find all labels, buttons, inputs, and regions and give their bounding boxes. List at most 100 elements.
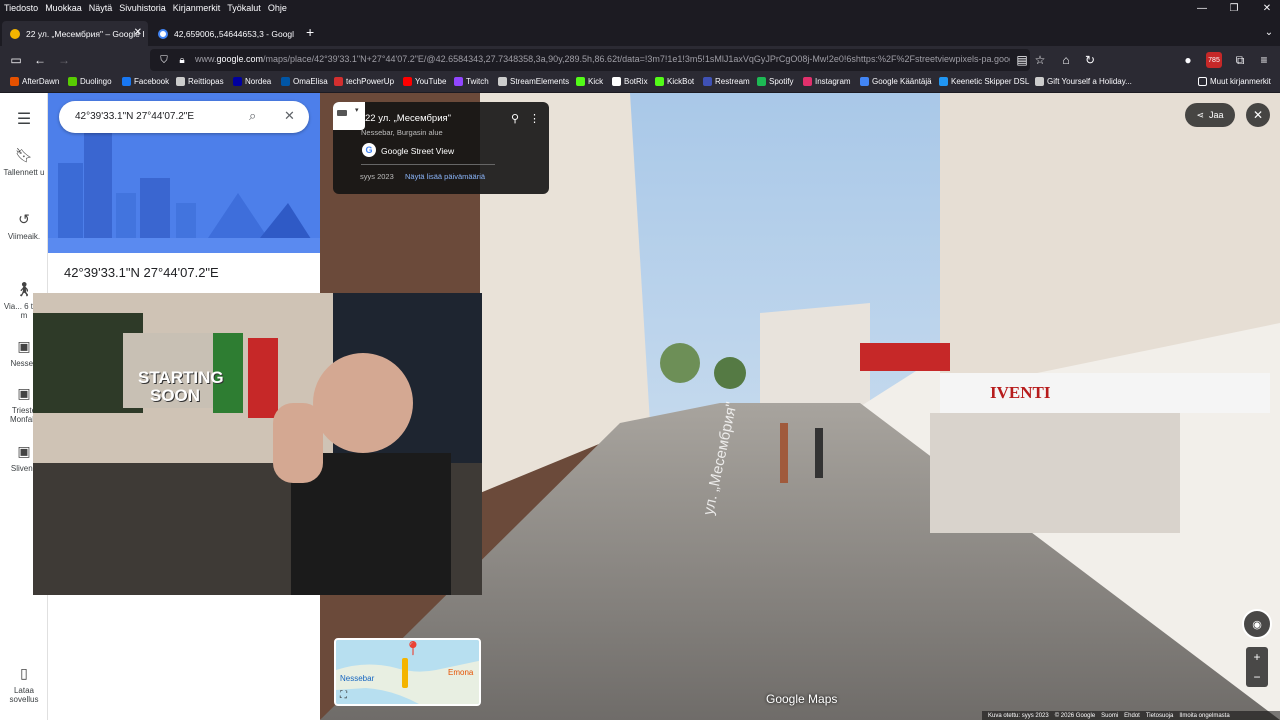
tab-maps-street[interactable]: 22 ул. „Месембрия" – Google I ✕ [2, 21, 148, 47]
bookmark-omaelisa[interactable]: OmaElisa [281, 77, 328, 86]
share-button[interactable]: ⋖ Jaa [1185, 103, 1235, 127]
clear-search-icon[interactable]: ✕ [284, 108, 295, 124]
bookmark-instagram[interactable]: Instagram [803, 77, 851, 86]
bookmark-kick[interactable]: Kick [576, 77, 603, 86]
location-pin-icon[interactable]: ⚲ [511, 112, 519, 125]
bookmark-duolingo[interactable]: Duolingo [68, 77, 112, 86]
capture-date: syys 2023 [360, 172, 394, 181]
bookmark-reittiopas[interactable]: Reittiopas [176, 77, 224, 86]
forward-icon[interactable]: → [56, 52, 72, 68]
report-problem-link[interactable]: Ilmoita ongelmasta [1179, 713, 1229, 719]
maps-favicon-icon [10, 29, 20, 39]
afterdawn-icon [10, 77, 19, 86]
bookmark-google-translate[interactable]: Google Kääntäjä [860, 77, 932, 86]
url-text: www.google.com/maps/place/42°39'33.1"N+2… [195, 54, 1010, 64]
shield-icon[interactable]: ⛉ [156, 52, 172, 68]
kick-icon [576, 77, 585, 86]
more-dates-link[interactable]: Näytä lisää päivämääriä [405, 172, 485, 181]
street-view-title: 22 ул. „Месембрия" [365, 113, 452, 124]
bookmark-nordea[interactable]: Nordea [233, 77, 271, 86]
bookmarks-toolbar: AfterDawn Duolingo Facebook Reittiopas N… [0, 74, 1280, 92]
tab-bar: 22 ул. „Месембрия" – Google I ✕ 42,65900… [0, 18, 1280, 47]
menu-bar: Tiedosto Muokkaa Näytä Sivuhistoria Kirj… [0, 0, 1280, 16]
bookmark-gift-holiday[interactable]: Gift Yourself a Holiday... [1035, 77, 1132, 86]
bookmark-kickbot[interactable]: KickBot [655, 77, 694, 86]
bookmark-techpowerup[interactable]: techPowerUp [334, 77, 394, 86]
other-bookmarks[interactable]: Muut kirjanmerkit [1198, 77, 1271, 86]
collapse-card-button[interactable]: ▾ [333, 102, 365, 130]
back-icon[interactable]: ← [32, 52, 48, 68]
restore-icon[interactable]: ❐ [1217, 0, 1251, 16]
botrix-icon [612, 77, 621, 86]
terms-link[interactable]: Ehdot [1124, 713, 1140, 719]
globe-icon [176, 77, 185, 86]
rail-get-app[interactable]: ▯ Lataa sovellus [0, 665, 48, 704]
twitch-icon [454, 77, 463, 86]
menu-item-bookmarks[interactable]: Kirjanmerkit [173, 3, 221, 13]
google-logo-icon: G [362, 143, 376, 157]
bookmark-youtube[interactable]: YouTube [403, 77, 446, 86]
compass-icon[interactable]: ◉ [1242, 609, 1272, 639]
bookmark-keenetic[interactable]: Keenetic Skipper DSL [939, 77, 1029, 86]
spotify-icon [757, 77, 766, 86]
language-link[interactable]: Suomi [1101, 713, 1118, 719]
bookmark-restream[interactable]: Restream [703, 77, 750, 86]
bookmark-facebook[interactable]: Facebook [122, 77, 169, 86]
expand-map-icon[interactable]: ⛶ [340, 690, 347, 701]
lock-icon[interactable]: 🔒︎ [174, 52, 190, 68]
copyright: © 2026 Google [1054, 712, 1096, 719]
bookmark-twitch[interactable]: Twitch [454, 77, 489, 86]
search-box[interactable]: 42°39'33.1"N 27°44'07.2"E ⌕ ✕ [59, 101, 309, 133]
webcam-video [33, 293, 482, 595]
bookmark-botrix[interactable]: BotRix [612, 77, 648, 86]
close-street-view-icon[interactable]: ✕ [1246, 103, 1270, 127]
reader-view-icon[interactable]: ▤ [1014, 52, 1030, 68]
bookmark-spotify[interactable]: Spotify [757, 77, 793, 86]
more-options-icon[interactable]: ⋮ [529, 112, 540, 125]
menu-item-history[interactable]: Sivuhistoria [119, 3, 166, 13]
new-tab-button[interactable]: + [306, 24, 314, 40]
hamburger-menu-icon[interactable]: ≡ [1256, 52, 1272, 68]
minimize-icon[interactable]: — [1185, 0, 1219, 16]
bookmark-streamelements[interactable]: StreamElements [498, 77, 569, 86]
zoom-in-button[interactable]: + [1246, 647, 1268, 667]
bookmark-afterdawn[interactable]: AfterDawn [10, 77, 59, 86]
map-footer: Kuva otettu: syys 2023 © 2026 Google Suo… [982, 711, 1280, 720]
menu-item-tools[interactable]: Työkalut [227, 3, 261, 13]
extension-badge[interactable]: 785 [1206, 52, 1222, 68]
webcam-poster-text: STARTING SOON [138, 368, 224, 405]
reload-icon[interactable]: ↻ [1082, 52, 1098, 68]
rail-recent[interactable]: ↺ Viimeaik. [0, 211, 48, 241]
minimap-label-emona: Emona [448, 668, 474, 677]
close-tab-icon[interactable]: ✕ [134, 27, 142, 38]
minimap[interactable]: 📍︎ Nessebar Emona ⛶ [334, 638, 481, 706]
extensions-icon[interactable]: ⧉ [1232, 52, 1248, 68]
keenetic-icon [939, 77, 948, 86]
close-window-icon[interactable]: ✕ [1250, 0, 1280, 16]
search-icon[interactable]: ⌕ [249, 108, 256, 124]
tab-label: 22 ул. „Месембрия" – Google I [26, 29, 145, 39]
menu-item-file[interactable]: Tiedosto [4, 3, 38, 13]
tab-maps-coords[interactable]: 42,659006,,54644653,3 - Googl [150, 21, 302, 47]
place-title: 42°39'33.1"N 27°44'07.2"E [64, 265, 219, 280]
menu-item-edit[interactable]: Muokkaa [45, 3, 82, 13]
bookmark-star-icon[interactable]: ☆ [1032, 52, 1048, 68]
account-icon[interactable]: ● [1180, 52, 1196, 68]
thumbnail-icon [337, 110, 347, 116]
zoom-out-button[interactable]: − [1246, 667, 1268, 687]
street-view-subtitle: Nessebar, Burgasin alue [361, 128, 443, 137]
location-pin-icon: 📍︎ [404, 640, 422, 656]
address-bar[interactable]: ⛉ 🔒︎ www.google.com/maps/place/42°39'33.… [150, 49, 1030, 71]
list-tabs-icon[interactable]: ⌄ [1252, 24, 1280, 40]
home-icon[interactable]: ⌂ [1058, 52, 1074, 68]
tab-label: 42,659006,,54644653,3 - Googl [174, 29, 295, 39]
rail-saved[interactable]: 🔖︎ Tallennett u [0, 147, 48, 177]
kickbot-icon [655, 77, 664, 86]
sidebar-toggle-icon[interactable]: ▭ [8, 52, 24, 68]
minimap-label-nessebar: Nessebar [340, 674, 375, 683]
menu-item-view[interactable]: Näytä [89, 3, 113, 13]
main-menu-icon[interactable]: ☰ [0, 109, 48, 129]
search-input[interactable]: 42°39'33.1"N 27°44'07.2"E [75, 111, 194, 122]
menu-item-help[interactable]: Ohje [268, 3, 287, 13]
privacy-link[interactable]: Tietosuoja [1146, 713, 1173, 719]
